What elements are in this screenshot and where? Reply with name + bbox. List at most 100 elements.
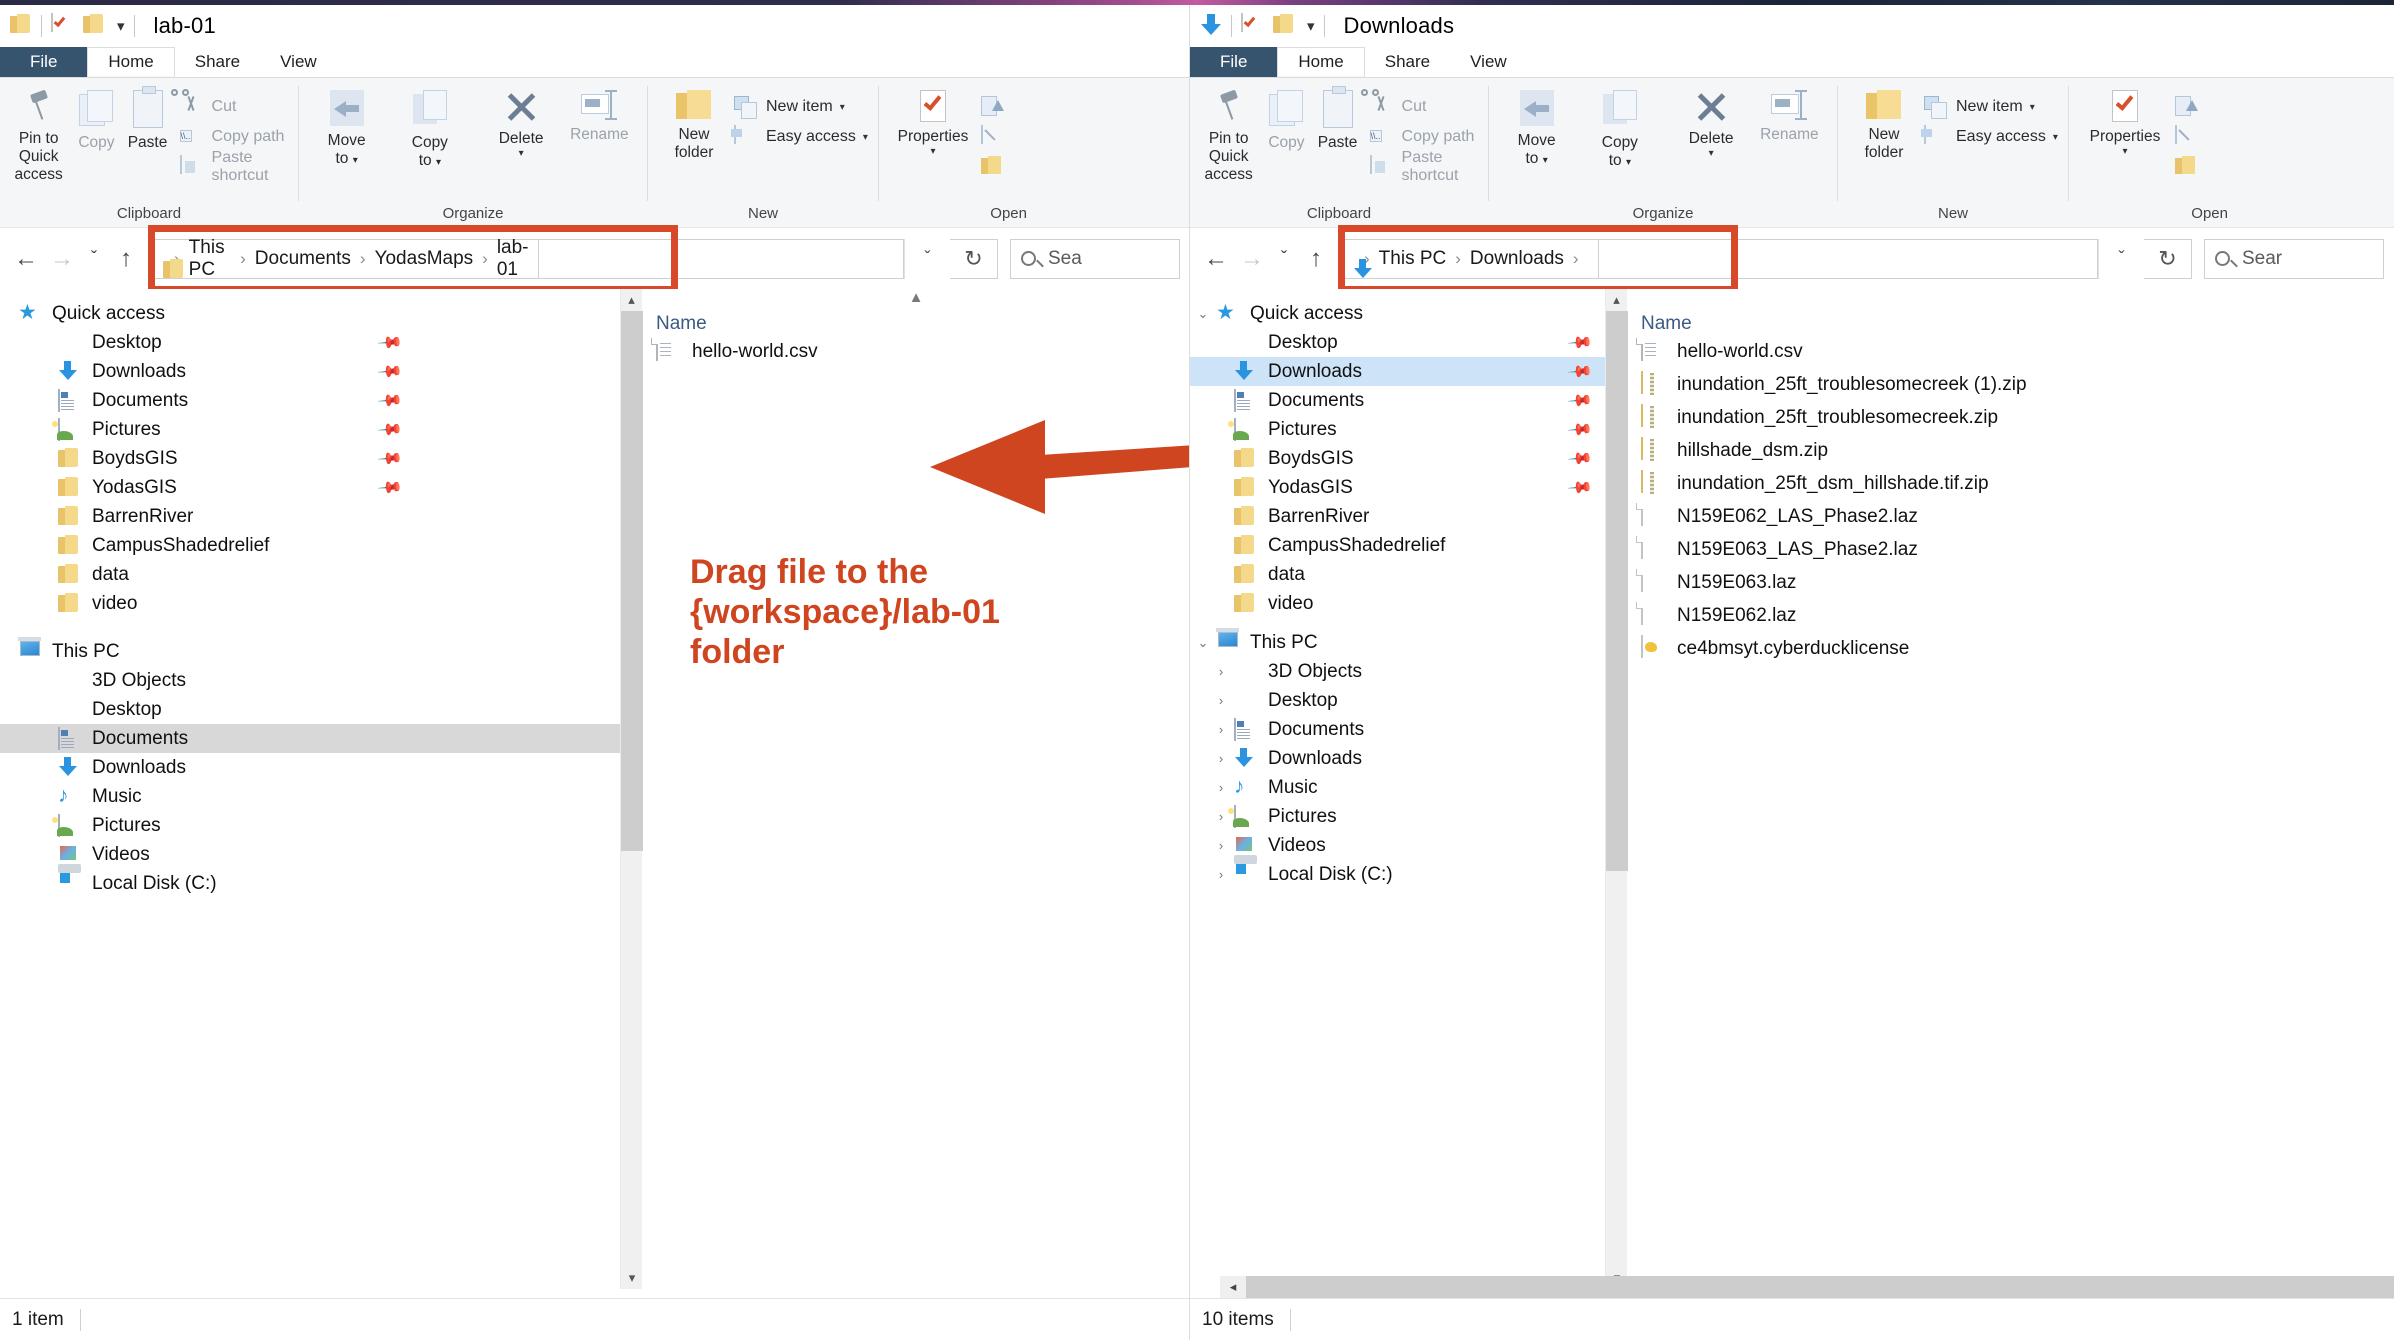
pin-icon[interactable]: 📌 <box>1566 328 1594 356</box>
copy-to-button[interactable]: Copy to ▾ <box>388 86 471 170</box>
sidebar-item-boydsgis[interactable]: BoydsGIS 📌 <box>0 444 620 473</box>
breadcrumb-this-pc[interactable]: This PC <box>189 237 231 281</box>
tab-home[interactable]: Home <box>1277 47 1365 77</box>
explorer-window-downloads[interactable]: ▾ Downloads File Home Share View Pin to … <box>1189 5 2394 1340</box>
file-row[interactable]: ce4bmsyt.cyberducklicense <box>1627 632 2394 665</box>
address-bar-empty-area[interactable] <box>1599 238 2098 279</box>
pin-icon[interactable]: 📌 <box>376 328 404 356</box>
right-file-pane[interactable]: Name hello-world.csv inundation_25ft_trou… <box>1627 289 2394 1289</box>
copy-to-button[interactable]: Copy to ▾ <box>1578 86 1661 170</box>
paste-shortcut-button[interactable]: Paste shortcut <box>179 149 292 184</box>
chevron-down-icon[interactable]: ⌄ <box>1190 306 1216 322</box>
sidebar-item-desktop[interactable]: Desktop 📌 <box>1190 328 1605 357</box>
chevron-down-icon[interactable]: ⌄ <box>1190 635 1216 651</box>
nav-this-pc-root[interactable]: This PC <box>0 637 620 666</box>
open-with-button[interactable] <box>2175 92 2207 122</box>
breadcrumb-lab01[interactable]: lab-01 <box>497 237 530 281</box>
paste-shortcut-button[interactable]: Paste shortcut <box>1369 149 1482 184</box>
copy-button[interactable]: Copy <box>71 86 121 152</box>
file-row[interactable]: hello-world.csv <box>642 335 1190 368</box>
pin-to-quick-access-button[interactable]: Pin to Quick access <box>1196 86 1261 183</box>
file-row[interactable]: inundation_25ft_dsm_hillshade.tif.zip <box>1627 467 2394 500</box>
sidebar-item-campusshadedrelief[interactable]: CampusShadedrelief <box>1190 531 1605 560</box>
right-ribbon-tabs[interactable]: File Home Share View <box>1190 47 2394 77</box>
pin-to-quick-access-button[interactable]: Pin to Quick access <box>6 86 71 183</box>
pin-icon[interactable]: 📌 <box>1566 415 1594 443</box>
move-to-button[interactable]: Move to ▾ <box>1495 86 1578 168</box>
pin-icon[interactable]: 📌 <box>376 357 404 385</box>
sidebar-item-3d-objects[interactable]: 3D Objects <box>0 666 620 695</box>
copy-path-button[interactable]: \\.. Copy path <box>179 122 292 152</box>
file-row[interactable]: N159E063.laz <box>1627 566 2394 599</box>
up-button[interactable]: ↑ <box>1298 241 1334 277</box>
new-folder-button[interactable]: New folder <box>654 86 734 162</box>
properties-button[interactable]: Properties ▾ <box>885 86 981 157</box>
sidebar-item-video[interactable]: video <box>1190 589 1605 618</box>
breadcrumb-this-pc[interactable]: This PC <box>1379 248 1447 270</box>
chevron-down-icon[interactable]: ▾ <box>1709 148 1714 159</box>
right-file-horizontal-scrollbar[interactable]: ◂ <box>1220 1276 2394 1298</box>
sidebar-item-documents[interactable]: › Documents <box>1190 715 1605 744</box>
sidebar-item-music[interactable]: ♪ Music <box>0 782 620 811</box>
address-bar-downloads[interactable]: › This PC › Downloads › <box>1344 238 1599 279</box>
easy-access-button[interactable]: Easy access ▾ <box>734 122 868 152</box>
pin-icon[interactable]: 📌 <box>1566 357 1594 385</box>
sidebar-item-barrenriver[interactable]: BarrenRiver <box>1190 502 1605 531</box>
tab-file[interactable]: File <box>0 47 88 77</box>
easy-access-button[interactable]: Easy access ▾ <box>1924 122 2058 152</box>
pin-icon[interactable]: 📌 <box>376 473 404 501</box>
scroll-up-arrow[interactable]: ▴ <box>621 289 642 311</box>
rename-button[interactable]: Rename <box>558 86 641 144</box>
new-item-button[interactable]: New item ▾ <box>734 92 868 122</box>
nav-this-pc-root[interactable]: ⌄ This PC <box>1190 628 1605 657</box>
scrollbar-thumb[interactable] <box>1606 311 1628 871</box>
sidebar-item-local-disk-c[interactable]: Local Disk (C:) <box>0 869 620 898</box>
history-button[interactable] <box>2175 152 2207 182</box>
refresh-button[interactable]: ↻ <box>950 238 998 279</box>
chevron-right-icon[interactable]: › <box>1208 693 1234 708</box>
tab-share[interactable]: Share <box>175 47 260 77</box>
left-nav-scrollbar[interactable]: ▴ ▾ <box>620 289 643 1289</box>
new-item-button[interactable]: New item ▾ <box>1924 92 2058 122</box>
sidebar-item-barrenriver[interactable]: BarrenRiver <box>0 502 620 531</box>
scrollbar-thumb[interactable] <box>621 311 643 851</box>
column-header-name[interactable]: Name <box>642 305 1190 335</box>
sidebar-item-pictures[interactable]: Pictures 📌 <box>1190 415 1605 444</box>
chevron-down-icon[interactable]: ▾ <box>2053 132 2058 143</box>
nav-quick-access-root[interactable]: ⌄ ★ Quick access <box>1190 299 1605 328</box>
sidebar-item-yodasgis[interactable]: YodasGIS 📌 <box>1190 473 1605 502</box>
file-row[interactable]: N159E062.laz <box>1627 599 2394 632</box>
chevron-down-icon[interactable]: ▾ <box>2030 102 2035 113</box>
sidebar-item-3d-objects[interactable]: › 3D Objects <box>1190 657 1605 686</box>
back-button[interactable]: ← <box>8 241 44 277</box>
back-button[interactable]: ← <box>1198 241 1234 277</box>
sidebar-item-local-disk-c[interactable]: › Local Disk (C:) <box>1190 860 1605 889</box>
address-dropdown-icon[interactable]: ˇ <box>904 238 950 279</box>
breadcrumb-documents[interactable]: Documents <box>255 248 351 270</box>
search-box-downloads[interactable]: Sear <box>2204 238 2384 279</box>
pin-icon[interactable]: 📌 <box>376 386 404 414</box>
search-box-lab01[interactable]: Sea <box>1010 238 1180 279</box>
chevron-down-icon[interactable]: ▾ <box>2122 146 2127 157</box>
file-row[interactable]: N159E062_LAS_Phase2.laz <box>1627 500 2394 533</box>
breadcrumb-downloads[interactable]: Downloads <box>1470 248 1564 270</box>
column-header-name[interactable]: Name <box>1627 289 2394 335</box>
sidebar-item-documents[interactable]: Documents 📌 <box>0 386 620 415</box>
tab-home[interactable]: Home <box>87 47 175 77</box>
file-row[interactable]: hillshade_dsm.zip <box>1627 434 2394 467</box>
sidebar-item-pictures[interactable]: Pictures <box>0 811 620 840</box>
pin-icon[interactable]: 📌 <box>1566 473 1594 501</box>
chevron-down-icon[interactable]: ▾ <box>930 146 935 157</box>
right-nav-scrollbar[interactable]: ▴ ▾ <box>1605 289 1628 1289</box>
address-dropdown-icon[interactable]: ˇ <box>2098 238 2144 279</box>
quick-access-toolbar-dropdown-icon[interactable]: ▾ <box>117 17 125 35</box>
chevron-right-icon[interactable]: › <box>1208 664 1234 679</box>
scroll-down-arrow[interactable]: ▾ <box>621 1267 643 1289</box>
rename-button[interactable]: Rename <box>1748 86 1831 144</box>
sidebar-item-yodasgis[interactable]: YodasGIS 📌 <box>0 473 620 502</box>
tab-view[interactable]: View <box>1450 47 1527 77</box>
edit-button[interactable] <box>2175 122 2207 152</box>
pin-icon[interactable]: 📌 <box>1566 386 1594 414</box>
up-button[interactable]: ↑ <box>108 241 144 277</box>
file-row[interactable]: hello-world.csv <box>1627 335 2394 368</box>
